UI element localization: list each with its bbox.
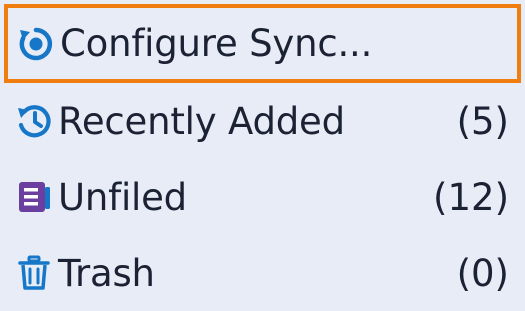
configure-sync-label: Configure Sync... (60, 22, 373, 65)
recently-added-item[interactable]: Recently Added (5) (0, 83, 525, 159)
unfiled-icon (14, 177, 54, 217)
sync-icon (16, 24, 56, 64)
unfiled-count: (12) (433, 175, 509, 219)
trash-label: Trash (58, 251, 155, 295)
trash-icon (14, 253, 54, 293)
history-icon (14, 101, 54, 141)
unfiled-label: Unfiled (58, 175, 187, 219)
recently-added-count: (5) (456, 99, 509, 143)
configure-sync-item[interactable]: Configure Sync... (4, 4, 521, 83)
collections-panel: Configure Sync... Recently Added (5) Unf… (0, 0, 525, 308)
trash-count: (0) (456, 251, 509, 295)
unfiled-item[interactable]: Unfiled (12) (0, 159, 525, 235)
recently-added-label: Recently Added (58, 99, 345, 143)
trash-item[interactable]: Trash (0) (0, 235, 525, 311)
